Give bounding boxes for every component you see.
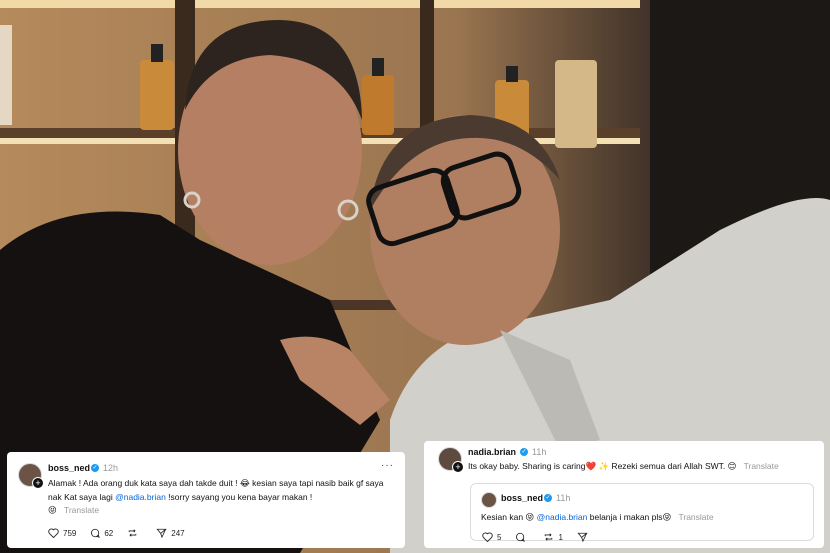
avatar[interactable]: +: [18, 463, 44, 489]
quoted-time: 11h: [556, 493, 571, 503]
like-count: 5: [497, 532, 502, 542]
share-button[interactable]: [577, 532, 592, 542]
post-actions: 759 62 247: [48, 528, 199, 538]
comment-count: 62: [104, 528, 114, 538]
repost-button[interactable]: 1: [543, 532, 563, 542]
username[interactable]: boss_ned: [48, 463, 90, 473]
post-actions: 5 1: [482, 532, 606, 542]
heart-icon: [482, 532, 493, 542]
tongue-emoji: 😝: [662, 513, 672, 523]
quoted-text: Kesian kan 😝 @nadia.brian belanja i maka…: [481, 512, 714, 523]
verified-badge-icon: ✓: [520, 448, 528, 456]
post-time: 12h: [103, 463, 119, 473]
avatar[interactable]: +: [438, 447, 464, 473]
threads-post-card[interactable]: + boss_ned ✓ 12h ··· Alamak ! Ada orang …: [7, 452, 405, 548]
comment-button[interactable]: [515, 532, 529, 542]
like-button[interactable]: 759: [48, 528, 76, 538]
tongue-emoji: 😝: [48, 506, 57, 516]
follow-plus-icon[interactable]: +: [452, 461, 464, 473]
sparkle-emoji: ✨: [598, 462, 610, 472]
heart-emoji: ❤️: [585, 462, 597, 472]
share-button[interactable]: 247: [156, 528, 185, 538]
laughing-emoji: 😂: [239, 479, 250, 489]
verified-badge-icon: ✓: [544, 494, 552, 502]
comment-icon: [516, 532, 526, 542]
verified-badge-icon: ✓: [91, 464, 99, 472]
smile-emoji: 😊: [727, 462, 737, 472]
mention-link[interactable]: @nadia.brian: [537, 512, 588, 522]
translate-link[interactable]: Translate: [64, 505, 99, 515]
repost-count: 1: [558, 532, 563, 542]
tongue-emoji: 😝: [525, 513, 535, 523]
threads-reply-card[interactable]: + nadia.brian ✓ 11h Its okay baby. Shari…: [424, 441, 824, 548]
repost-icon: [129, 529, 137, 537]
more-options-icon[interactable]: ···: [381, 460, 394, 471]
post-time: 11h: [532, 447, 547, 457]
like-count: 759: [63, 528, 77, 538]
quoted-username[interactable]: boss_ned: [501, 493, 543, 503]
post-text: Its okay baby. Sharing is caring❤️ ✨ Rez…: [468, 461, 779, 472]
repost-button[interactable]: [127, 528, 142, 538]
share-icon: [577, 532, 588, 542]
follow-plus-icon[interactable]: +: [32, 477, 44, 489]
share-count: 247: [171, 528, 185, 538]
share-icon: [156, 528, 168, 538]
heart-icon: [48, 528, 59, 538]
mention-link[interactable]: @nadia.brian: [115, 492, 166, 502]
quoted-avatar: [481, 492, 497, 508]
like-button[interactable]: 5: [482, 532, 501, 542]
post-text: Alamak ! Ada orang duk kata saya dah tak…: [48, 478, 384, 516]
comment-icon: [91, 528, 101, 538]
username[interactable]: nadia.brian: [468, 447, 516, 457]
repost-icon: [545, 533, 553, 541]
translate-link[interactable]: Translate: [678, 512, 713, 522]
comment-button[interactable]: 62: [90, 528, 113, 538]
translate-link[interactable]: Translate: [744, 461, 779, 471]
